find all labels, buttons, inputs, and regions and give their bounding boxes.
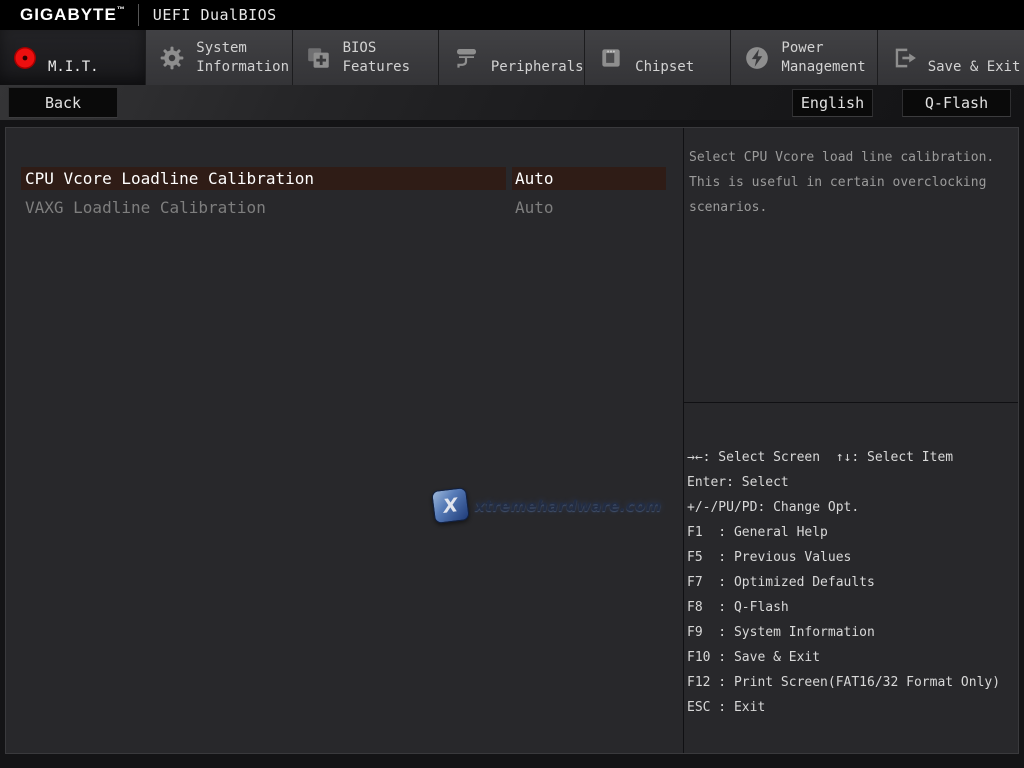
legend-select-screen-item: →←: Select Screen ↑↓: Select Item — [687, 450, 954, 465]
tab-label-line2: Information — [196, 59, 289, 75]
tab-mit[interactable]: M.I.T. — [0, 30, 147, 85]
chip-plus-icon — [306, 45, 332, 71]
tab-power-management[interactable]: Power Management — [731, 30, 878, 85]
tab-label-line1: System — [196, 40, 247, 56]
tab-label-line2: Management — [781, 59, 866, 75]
key-legend-panel: →←: Select Screen ↑↓: Select Item Enter:… — [684, 403, 1018, 753]
setting-value[interactable]: Auto — [512, 167, 666, 190]
setting-row-cpu-vcore-llc[interactable]: CPU Vcore Loadline Calibration Auto — [21, 167, 666, 190]
tab-bios-features[interactable]: BIOS Features — [292, 30, 439, 85]
tab-label-line2: Save & Exit — [927, 59, 1021, 75]
toolbar-right-group: English Q-Flash — [792, 88, 1011, 117]
gigabyte-logo: GIGABYTE™ — [20, 5, 126, 24]
legend-esc: ESC : Exit — [687, 700, 766, 715]
tab-label-line1: Power — [781, 40, 824, 56]
peripheral-device-icon — [452, 45, 480, 71]
tab-label-line2: M.I.T. — [48, 59, 99, 75]
tab-label-line1: BIOS — [342, 40, 377, 56]
legend-f10: F10 : Save & Exit — [687, 650, 821, 665]
setting-row-vaxg-llc[interactable]: VAXG Loadline Calibration Auto — [21, 196, 666, 219]
toolbar-strip: Back English Q-Flash — [0, 85, 1024, 120]
legend-f1: F1 : General Help — [687, 525, 828, 540]
legend-f7: F7 : Optimized Defaults — [687, 575, 875, 590]
top-bar: GIGABYTE™ UEFI DualBIOS — [0, 0, 1024, 30]
legend-f9: F9 : System Information — [687, 625, 875, 640]
legend-enter: Enter: Select — [687, 475, 789, 490]
legend-change-opt: +/-/PU/PD: Change Opt. — [687, 500, 860, 515]
tab-save-exit[interactable]: Save & Exit — [877, 30, 1024, 85]
chipset-icon — [598, 45, 624, 71]
tab-peripherals[interactable]: Peripherals — [438, 30, 586, 85]
legend-f8: F8 : Q-Flash — [687, 600, 789, 615]
setting-label: CPU Vcore Loadline Calibration — [21, 167, 506, 190]
tab-label-line2: Features — [342, 59, 410, 75]
legend-f5: F5 : Previous Values — [687, 550, 852, 565]
tab-bar: M.I.T. System Information BIOS Features … — [0, 30, 1024, 85]
firmware-title: UEFI DualBIOS — [152, 6, 277, 24]
tab-chipset[interactable]: Chipset — [585, 30, 732, 85]
tab-label-line2: Peripherals — [490, 59, 584, 75]
setting-label: VAXG Loadline Calibration — [25, 198, 266, 217]
exit-door-arrow-icon — [891, 45, 917, 71]
mit-red-circle-icon — [13, 46, 37, 70]
watermark-text: xtremehardware.com — [475, 496, 662, 515]
gear-icon — [159, 45, 185, 71]
back-button[interactable]: Back — [8, 87, 118, 118]
tab-system-information[interactable]: System Information — [146, 30, 293, 85]
trademark-symbol: ™ — [116, 5, 126, 14]
tab-label-line2: Chipset — [635, 59, 695, 75]
help-text-panel: Select CPU Vcore load line calibration. … — [684, 128, 1018, 403]
qflash-button[interactable]: Q-Flash — [902, 88, 1011, 117]
setting-value[interactable]: Auto — [512, 196, 666, 219]
watermark-x-logo-icon: X — [431, 486, 470, 525]
right-panel: Select CPU Vcore load line calibration. … — [683, 128, 1018, 753]
topbar-divider — [137, 4, 139, 26]
content-area: CPU Vcore Loadline Calibration Auto VAXG… — [5, 127, 1019, 754]
settings-panel: CPU Vcore Loadline Calibration Auto VAXG… — [6, 128, 683, 753]
language-button[interactable]: English — [792, 88, 873, 117]
watermark: X xtremehardware.com — [431, 486, 662, 525]
lightning-bolt-icon — [744, 45, 770, 71]
legend-f12: F12 : Print Screen(FAT16/32 Format Only) — [687, 675, 1001, 690]
